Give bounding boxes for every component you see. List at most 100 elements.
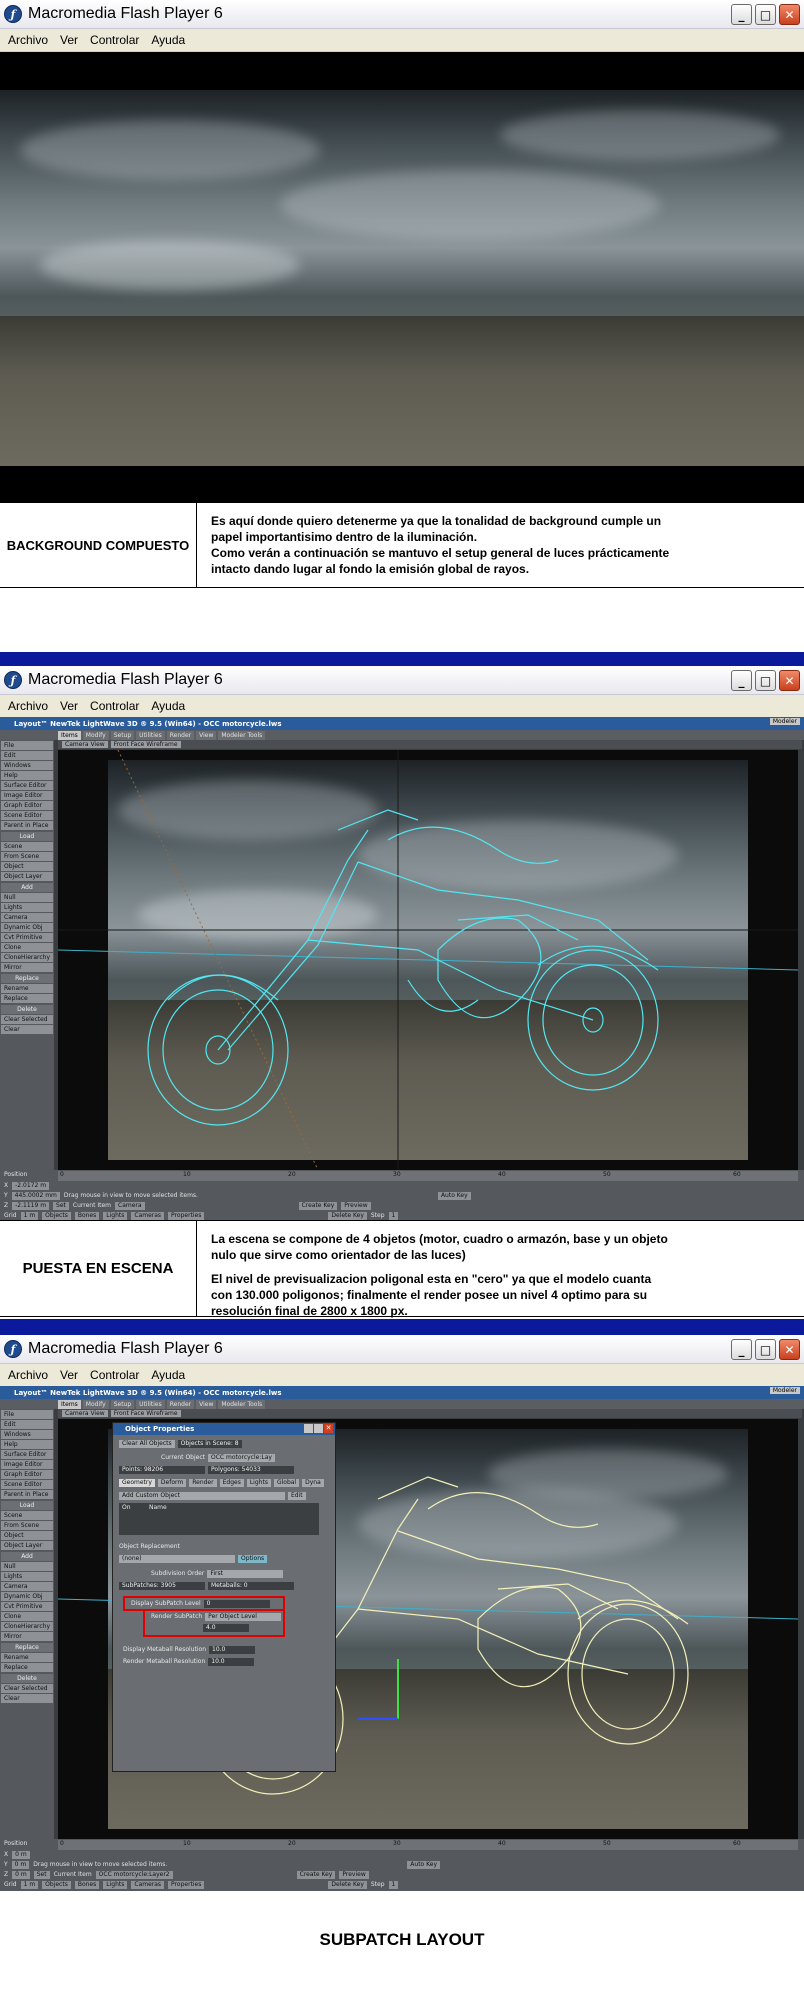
options-button[interactable]: Options — [238, 1554, 268, 1563]
lw-btn-scene[interactable]: Scene — [1, 1511, 53, 1520]
grid-value-field[interactable]: 1 m — [20, 1211, 39, 1220]
op-tab-dyna[interactable]: Dyna — [302, 1478, 324, 1487]
y-value-field[interactable]: 445.0002 mm — [11, 1191, 60, 1200]
display-metaball-resolution-field[interactable]: 10.0 — [209, 1645, 255, 1654]
close-button[interactable]: ✕ — [779, 4, 800, 25]
auto-key-button[interactable]: Auto Key — [407, 1860, 441, 1869]
lw-btn-help[interactable]: Help — [1, 1440, 53, 1449]
lw-btn-clear[interactable]: Clear — [1, 1025, 53, 1034]
lw-btn-lights[interactable]: Lights — [1, 1572, 53, 1581]
lw-btn-clonehierarchy[interactable]: CloneHierarchy — [1, 1622, 53, 1631]
tab-modify[interactable]: Modify — [82, 1400, 109, 1409]
menu-ver[interactable]: Ver — [60, 33, 78, 47]
menu-controlar[interactable]: Controlar — [90, 1368, 139, 1382]
lw-btn-dynamic-obj[interactable]: Dynamic Obj — [1, 1592, 53, 1601]
close-button[interactable]: ✕ — [779, 1339, 800, 1360]
lw-btn-clear-selected[interactable]: Clear Selected — [1, 1684, 53, 1693]
menu-archivo[interactable]: Archivo — [8, 1368, 48, 1382]
op-tab-geometry[interactable]: Geometry — [119, 1478, 155, 1487]
lw-btn-object[interactable]: Object — [1, 862, 53, 871]
y-value-field[interactable]: 0 m — [11, 1860, 30, 1869]
lw-btn-mirror[interactable]: Mirror — [1, 1632, 53, 1641]
minimize-button[interactable]: _ — [731, 670, 752, 691]
menu-controlar[interactable]: Controlar — [90, 699, 139, 713]
lw-btn-object-layer[interactable]: Object Layer — [1, 1541, 53, 1550]
tab-lights[interactable]: Lights — [103, 1880, 128, 1889]
preview-select[interactable]: Preview — [341, 1201, 371, 1210]
render-mode-select[interactable]: Front Face Wireframe — [110, 741, 181, 748]
delete-key-button[interactable]: Delete Key — [328, 1211, 367, 1220]
lw-btn-mirror[interactable]: Mirror — [1, 963, 53, 972]
lw-btn-object[interactable]: Object — [1, 1531, 53, 1540]
lw-btn-graph-editor[interactable]: Graph Editor — [1, 801, 53, 810]
create-key-button[interactable]: Create Key — [296, 1870, 336, 1879]
maximize-button[interactable]: □ — [755, 670, 776, 691]
close-button[interactable]: ✕ — [779, 670, 800, 691]
timeline-slider[interactable]: 0 10 20 30 40 50 60 — [58, 1171, 798, 1181]
tab-modeler-tools[interactable]: Modeler Tools — [218, 1400, 266, 1409]
lw-btn-surface-editor[interactable]: Surface Editor — [1, 1450, 53, 1459]
maximize-button[interactable]: □ — [755, 1339, 776, 1360]
set-button[interactable]: Set — [53, 1201, 69, 1210]
tab-setup[interactable]: Setup — [110, 1400, 135, 1409]
op-maximize-button[interactable] — [314, 1424, 323, 1433]
menu-ver[interactable]: Ver — [60, 1368, 78, 1382]
lw-btn-null[interactable]: Null — [1, 893, 53, 902]
set-button[interactable]: Set — [33, 1870, 50, 1879]
current-item-select[interactable]: OCC motorcycle:Layer2 — [95, 1870, 173, 1879]
lw-btn-surface-editor[interactable]: Surface Editor — [1, 781, 53, 790]
lw-btn-replace[interactable]: Replace — [1, 1663, 53, 1672]
lw-btn-windows[interactable]: Windows — [1, 1430, 53, 1439]
menu-archivo[interactable]: Archivo — [8, 33, 48, 47]
current-item-select[interactable]: Camera — [115, 1201, 145, 1210]
tab-setup[interactable]: Setup — [110, 731, 135, 740]
step-field[interactable]: 1 — [388, 1211, 399, 1220]
lw-btn-clone[interactable]: Clone — [1, 1612, 53, 1621]
preview-select[interactable]: Preview — [339, 1870, 369, 1879]
current-object-select[interactable]: OCC motorcycle:Lay — [207, 1453, 275, 1462]
add-custom-object-select[interactable]: Add Custom Object — [119, 1491, 285, 1500]
lw-btn-graph-editor[interactable]: Graph Editor — [1, 1470, 53, 1479]
menu-ayuda[interactable]: Ayuda — [151, 33, 185, 47]
custom-object-list[interactable]: On Name — [119, 1503, 319, 1535]
lw-btn-dynamic-obj[interactable]: Dynamic Obj — [1, 923, 53, 932]
tab-properties[interactable]: Properties — [168, 1880, 205, 1889]
clear-all-objects-button[interactable]: Clear All Objects — [119, 1439, 175, 1448]
lw-btn-image-editor[interactable]: Image Editor — [1, 1460, 53, 1469]
tab-view[interactable]: View — [196, 1400, 217, 1409]
op-tab-global[interactable]: Global — [273, 1478, 300, 1487]
menu-ayuda[interactable]: Ayuda — [151, 1368, 185, 1382]
timeline-slider[interactable]: 0 10 20 30 40 50 60 — [58, 1840, 798, 1850]
delete-key-button[interactable]: Delete Key — [328, 1880, 367, 1889]
lw-btn-edit[interactable]: Edit — [1, 1420, 53, 1429]
tab-utilities[interactable]: Utilities — [136, 1400, 165, 1409]
auto-key-button[interactable]: Auto Key — [437, 1191, 471, 1200]
lw-btn-image-editor[interactable]: Image Editor — [1, 791, 53, 800]
render-mode-select[interactable]: Front Face Wireframe — [110, 1410, 181, 1417]
op-close-button[interactable]: ✕ — [324, 1424, 333, 1433]
lw-btn-clear-selected[interactable]: Clear Selected — [1, 1015, 53, 1024]
camera-view-select[interactable]: Camera View — [62, 1410, 108, 1417]
tab-lights[interactable]: Lights — [103, 1211, 128, 1220]
lw-btn-parent-in-place[interactable]: Parent in Place — [1, 821, 53, 830]
menu-controlar[interactable]: Controlar — [90, 33, 139, 47]
lw-btn-rename[interactable]: Rename — [1, 1653, 53, 1662]
tab-objects[interactable]: Objects — [42, 1880, 71, 1889]
lw-btn-null[interactable]: Null — [1, 1562, 53, 1571]
lw-btn-lights[interactable]: Lights — [1, 903, 53, 912]
tab-render[interactable]: Render — [166, 731, 195, 740]
lw-btn-rename[interactable]: Rename — [1, 984, 53, 993]
minimize-button[interactable]: _ — [731, 1339, 752, 1360]
lw-btn-object-layer[interactable]: Object Layer — [1, 872, 53, 881]
maximize-button[interactable]: □ — [755, 4, 776, 25]
menu-ayuda[interactable]: Ayuda — [151, 699, 185, 713]
op-minimize-button[interactable] — [304, 1424, 313, 1433]
op-tab-lights[interactable]: Lights — [246, 1478, 271, 1487]
tab-items[interactable]: Items — [58, 1400, 81, 1409]
camera-view-select[interactable]: Camera View — [62, 741, 108, 748]
tab-cameras[interactable]: Cameras — [131, 1880, 165, 1889]
tab-items[interactable]: Items — [58, 731, 81, 740]
tab-utilities[interactable]: Utilities — [136, 731, 165, 740]
x-value-field[interactable]: 0 m — [12, 1850, 30, 1859]
modeler-button[interactable]: Modeler — [769, 1387, 800, 1394]
